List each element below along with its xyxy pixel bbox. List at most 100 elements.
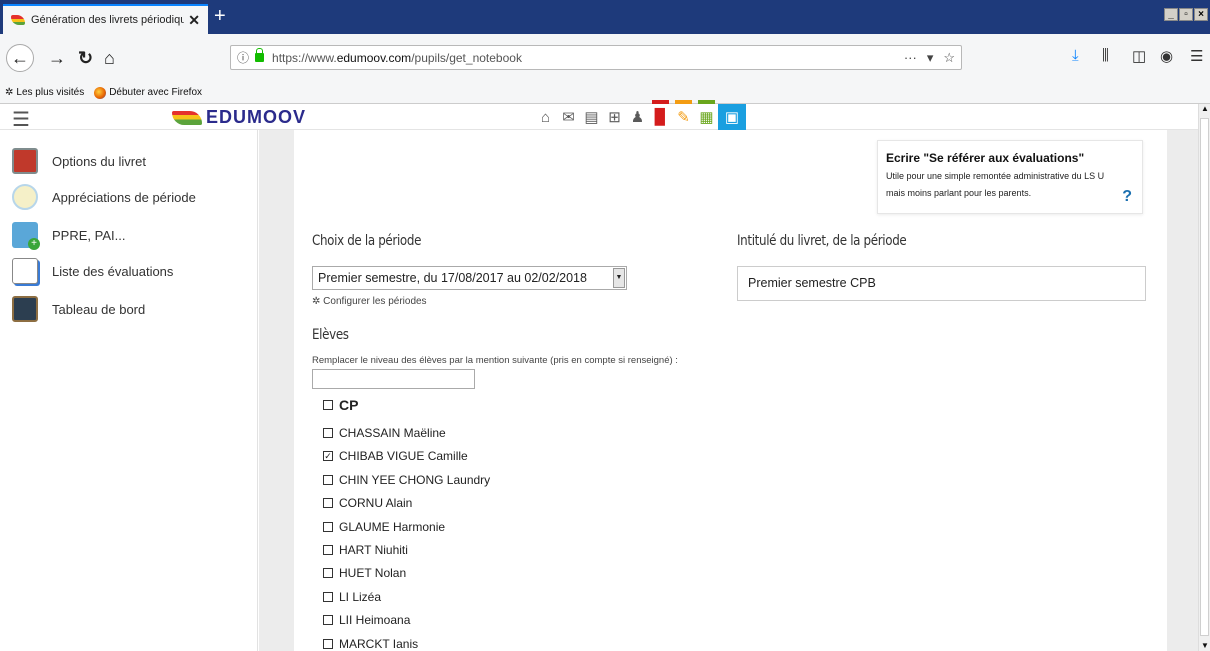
student-checkbox[interactable] (323, 615, 333, 626)
student-row[interactable]: MARCKT Ianis (323, 637, 418, 651)
bookmark-most-visited[interactable]: ✲ Les plus visités (5, 87, 84, 98)
bookmark-star-icon[interactable]: ☆ (943, 50, 955, 66)
close-window-button[interactable]: × (1194, 8, 1208, 21)
student-row[interactable]: LI Lizéa (323, 590, 381, 604)
reload-icon[interactable]: ↻ (78, 45, 93, 71)
student-checkbox[interactable] (323, 498, 333, 509)
library-icon[interactable]: ⫼ (1102, 47, 1109, 64)
document-icon[interactable]: ▉ (649, 100, 672, 130)
sidebar-item-label: PPRE, PAI... (52, 227, 126, 243)
student-row[interactable]: LII Heimoana (323, 613, 410, 627)
menu-icon[interactable]: ☰ (1190, 47, 1203, 65)
pocket-icon[interactable]: ▾ (927, 50, 934, 66)
configure-periods-label: Configurer les périodes (323, 296, 427, 307)
scroll-down-icon[interactable]: ▼ (1200, 641, 1210, 651)
home-icon[interactable]: ⌂ (534, 104, 557, 130)
bookmark-getting-started[interactable]: Débuter avec Firefox (94, 86, 203, 99)
sidebar-item-dashboard[interactable]: Tableau de bord (12, 296, 145, 322)
pencil-icon[interactable]: ✎ (672, 100, 695, 130)
notebook-icon[interactable]: ▤ (580, 104, 603, 130)
browser-tab-bar: Génération des livrets périodiques ✕ + _… (0, 0, 1210, 34)
student-checkbox[interactable] (323, 521, 333, 532)
bookmarks-bar: ✲ Les plus visités Débuter avec Firefox (0, 82, 1210, 104)
logo-text: EDUMOOV (206, 107, 307, 127)
url-text[interactable]: https://www.edumoov.com/pupils/get_noteb… (272, 51, 904, 65)
student-row[interactable]: CHIN YEE CHONG Laundry (323, 473, 490, 487)
student-checkbox-checked[interactable]: ✓ (323, 451, 333, 462)
bookmark-label: Débuter avec Firefox (109, 87, 203, 98)
students-heading: Elèves (312, 327, 349, 343)
sidebar-item-appreciations[interactable]: Appréciations de période (12, 184, 196, 210)
student-checkbox[interactable] (323, 428, 333, 438)
period-select-value: Premier semestre, du 17/08/2017 au 02/02… (318, 271, 587, 285)
bookmark-label: Les plus visités (16, 87, 85, 98)
student-checkbox[interactable] (323, 591, 333, 602)
sidebar-item-label: Liste des évaluations (52, 263, 174, 279)
replace-level-field[interactable] (312, 369, 475, 389)
mail-icon[interactable]: ✉ (557, 104, 580, 130)
note-title: Ecrire "Se référer aux évaluations" (886, 151, 1085, 165)
help-note: Ecrire "Se référer aux évaluations" Util… (877, 140, 1143, 214)
sidebar-item-options[interactable]: Options du livret (12, 148, 146, 174)
student-row[interactable]: ✓ CHIBAB VIGUE Camille (323, 449, 468, 463)
student-name: CHIN YEE CHONG Laundry (339, 472, 491, 487)
student-checkbox[interactable] (323, 545, 333, 555)
scroll-up-icon[interactable]: ▲ (1200, 104, 1210, 114)
url-bar[interactable]: ⓘ https://www.edumoov.com/pupils/get_not… (230, 45, 962, 70)
restore-button[interactable]: ▫ (1179, 8, 1193, 21)
group-cp[interactable]: CP (323, 397, 358, 413)
calendar-icon[interactable]: ▦ (695, 100, 718, 130)
group-checkbox[interactable] (323, 400, 333, 410)
window-controls: _ ▫ × (1164, 8, 1208, 21)
minimize-button[interactable]: _ (1164, 8, 1178, 21)
student-name: CORNU Alain (339, 496, 413, 511)
note-text: Utile pour une simple remontée administr… (886, 171, 1105, 198)
configure-periods-link[interactable]: ✲ Configurer les périodes (312, 296, 427, 307)
period-heading: Choix de la période (312, 233, 422, 249)
student-name: CHIBAB VIGUE Camille (339, 449, 468, 464)
briefcase-icon[interactable]: ▣ (718, 104, 746, 130)
student-row[interactable]: HART Niuhiti (323, 543, 408, 557)
lock-icon (255, 48, 265, 62)
period-select[interactable]: Premier semestre, du 17/08/2017 au 02/02… (312, 266, 627, 290)
student-checkbox[interactable] (323, 638, 333, 649)
sidebar-item-ppre[interactable]: + PPRE, PAI... (12, 222, 126, 250)
download-icon[interactable]: ⤓ (1072, 47, 1079, 64)
student-row[interactable]: CORNU Alain (323, 496, 412, 510)
edumoov-favicon-icon (11, 15, 25, 25)
booklet-title-field[interactable]: Premier semestre CPB (737, 266, 1146, 301)
cart-icon[interactable]: ⊞ (603, 104, 626, 130)
forward-icon[interactable]: → (48, 45, 66, 71)
help-question-icon[interactable]: ? (1122, 188, 1132, 205)
student-row[interactable]: HUET Nolan (323, 566, 406, 580)
extension-icon[interactable]: ◉ (1160, 47, 1173, 65)
group-label: CP (339, 397, 359, 413)
edumoov-logo[interactable]: EDUMOOV (172, 107, 306, 128)
scrollbar-thumb[interactable] (1200, 118, 1209, 636)
sidebar-item-label: Tableau de bord (52, 301, 146, 317)
chevron-down-icon[interactable]: ▼ (613, 268, 625, 288)
student-name: GLAUME Harmonie (339, 519, 446, 534)
home-button-icon[interactable]: ⌂ (104, 45, 115, 71)
student-row[interactable]: GLAUME Harmonie (323, 520, 445, 534)
page-actions-icon[interactable]: ··· (904, 50, 917, 66)
student-checkbox[interactable] (323, 474, 333, 485)
replace-level-label: Remplacer le niveau des élèves par la me… (312, 355, 678, 366)
browser-tab[interactable]: Génération des livrets périodiques ✕ (3, 4, 208, 34)
student-row[interactable]: CHASSAIN Maëline (323, 426, 446, 440)
sidebar-toggle-icon[interactable]: ◫ (1132, 47, 1146, 65)
page-scrollbar[interactable]: ▲ ▼ (1198, 104, 1210, 651)
hamburger-menu-icon[interactable]: ☰ (12, 107, 30, 132)
student-name: MARCKT Ianis (339, 636, 419, 651)
student-checkbox[interactable] (323, 568, 333, 579)
sidebar-item-label: Options du livret (52, 153, 146, 169)
tab-close-icon[interactable]: ✕ (188, 12, 200, 29)
back-button[interactable]: ← (6, 44, 34, 72)
new-tab-icon[interactable]: + (214, 6, 226, 26)
sidebar-item-evaluations[interactable]: Liste des évaluations (12, 258, 173, 284)
user-icon[interactable]: ♟ (626, 104, 649, 130)
browser-nav-bar: ← → ↻ ⌂ ⓘ https://www.edumoov.com/pupils… (0, 34, 1210, 82)
speech-bubble-icon (12, 184, 38, 210)
title-heading: Intitulé du livret, de la période (737, 233, 907, 249)
site-info-icon[interactable]: ⓘ (237, 49, 249, 66)
